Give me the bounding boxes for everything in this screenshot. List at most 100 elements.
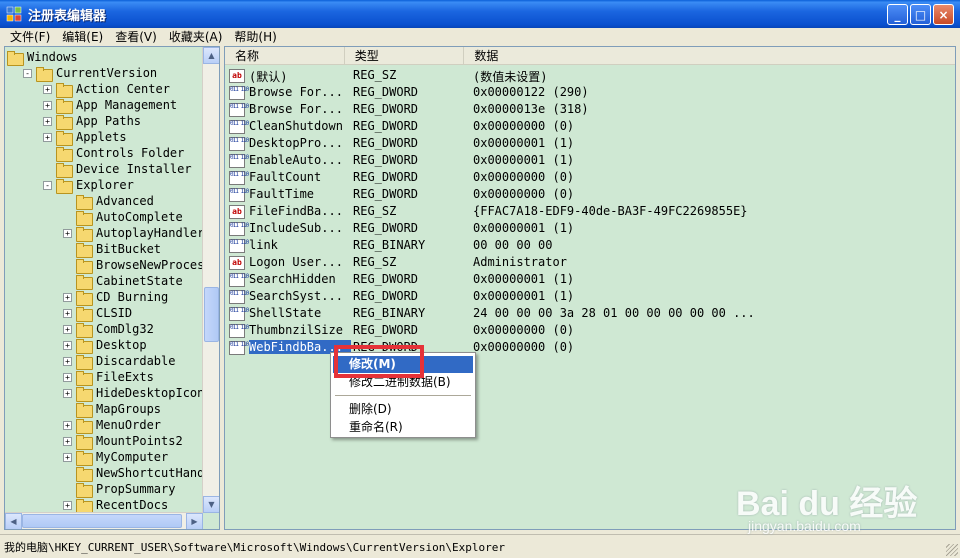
menu-view[interactable]: 查看(V) — [109, 28, 163, 46]
value-row[interactable]: 011 110 SearchHidden REG_DWORD 0x00000001 (… — [229, 271, 949, 288]
registry-values-pane[interactable]: 名称 类型 数据 ab (默认) REG_SZ (数值未设置) 011 110 Brows… — [224, 46, 956, 530]
value-row[interactable]: 011 110 link REG_BINARY 00 00 00 00 — [229, 237, 949, 254]
tree-node[interactable]: + HideDesktopIcons — [63, 385, 203, 402]
tree-node[interactable]: + RecentDocs — [63, 497, 168, 513]
tree-node[interactable]: PropSummary — [63, 481, 175, 498]
collapse-icon[interactable]: - — [23, 68, 32, 78]
scroll-up-button[interactable]: ▲ — [203, 47, 219, 64]
value-row[interactable]: 011 110 ShellState REG_BINARY 24 00 00 00 3… — [229, 305, 949, 322]
value-row[interactable]: 011 110 DesktopPro... REG_DWORD 0x00000001 … — [229, 135, 949, 152]
title-bar[interactable]: 注册表编辑器 _ □ × — [0, 0, 960, 28]
tree-node[interactable]: NewShortcutHandlers — [63, 465, 203, 482]
column-data-header[interactable]: 数据 — [464, 47, 955, 65]
context-modify-binary-item[interactable]: 修改二进制数据(B) — [333, 374, 473, 391]
tree-node[interactable]: + Desktop — [63, 337, 147, 354]
menu-file[interactable]: 文件(F) — [4, 28, 56, 46]
column-type-header[interactable]: 类型 — [345, 47, 465, 65]
expand-icon[interactable]: + — [43, 132, 52, 142]
folder-icon — [56, 114, 73, 130]
collapse-icon[interactable]: - — [43, 180, 52, 190]
close-button[interactable]: × — [933, 4, 954, 25]
scroll-thumb[interactable] — [204, 287, 219, 342]
tree-node[interactable]: Windows — [7, 49, 78, 66]
hscroll-thumb[interactable] — [22, 514, 182, 528]
tree-node-label: AutoplayHandlers — [96, 226, 203, 240]
value-row[interactable]: 011 110 Browse For... REG_DWORD 0x0000013e … — [229, 101, 949, 118]
tree-node[interactable]: + Applets — [43, 129, 127, 146]
expand-icon[interactable]: + — [63, 436, 72, 446]
scroll-down-button[interactable]: ▼ — [203, 496, 219, 513]
expand-icon[interactable]: + — [43, 116, 52, 126]
tree-node[interactable]: + AutoplayHandlers — [63, 225, 203, 242]
scroll-right-button[interactable]: ▶ — [186, 513, 203, 529]
value-row[interactable]: 011 110 FaultCount REG_DWORD 0x00000000 (0) — [229, 169, 949, 186]
tree-node[interactable]: BrowseNewProcess — [63, 257, 203, 274]
tree-node[interactable]: Device Installer — [43, 161, 192, 178]
tree-node[interactable]: - CurrentVersion — [23, 65, 157, 82]
tree-horizontal-scrollbar[interactable]: ◀ ▶ — [5, 512, 203, 529]
tree-node[interactable]: + CD Burning — [63, 289, 168, 306]
expand-icon[interactable]: + — [63, 420, 72, 430]
expand-icon[interactable]: + — [63, 372, 72, 382]
context-modify-item[interactable]: 修改(M) — [333, 356, 473, 373]
scroll-left-button[interactable]: ◀ — [5, 513, 22, 529]
tree-node[interactable]: + App Paths — [43, 113, 141, 130]
tree-node[interactable]: Advanced — [63, 193, 154, 210]
registry-tree-pane[interactable]: Windows - CurrentVersion + Action Center + App… — [4, 46, 220, 530]
value-row[interactable]: 011 110 EnableAuto... REG_DWORD 0x00000001 … — [229, 152, 949, 169]
value-type: REG_SZ — [353, 68, 397, 82]
tree-node[interactable]: + Action Center — [43, 81, 170, 98]
value-row[interactable]: 011 110 SearchSyst... REG_DWORD 0x00000001 … — [229, 288, 949, 305]
expand-icon[interactable]: + — [63, 340, 72, 350]
expand-icon[interactable]: + — [63, 356, 72, 366]
expand-icon[interactable]: + — [63, 388, 72, 398]
column-name-header[interactable]: 名称 — [225, 47, 345, 65]
value-row[interactable]: ab FileFindBa... REG_SZ {FFAC7A18-EDF9-40de… — [229, 203, 949, 220]
value-row[interactable]: 011 110 ThumbnzilSize REG_DWORD 0x00000000 … — [229, 322, 949, 339]
maximize-button[interactable]: □ — [910, 4, 931, 25]
value-row[interactable]: 011 110 Browse For... REG_DWORD 0x00000122 … — [229, 84, 949, 101]
value-row[interactable]: ab (默认) REG_SZ (数值未设置) — [229, 67, 949, 84]
expand-icon[interactable]: + — [63, 500, 72, 510]
context-rename-item[interactable]: 重命名(R) — [333, 419, 473, 436]
folder-icon — [76, 482, 93, 498]
menu-edit[interactable]: 编辑(E) — [56, 28, 109, 46]
tree-node[interactable]: + CLSID — [63, 305, 133, 322]
expand-icon[interactable]: + — [63, 228, 72, 238]
context-delete-item[interactable]: 删除(D) — [333, 401, 473, 418]
binary-value-icon: 011 110 — [229, 323, 249, 338]
menu-favorites[interactable]: 收藏夹(A) — [163, 28, 229, 46]
expand-icon[interactable]: + — [43, 84, 52, 94]
tree-node[interactable]: CabinetState — [63, 273, 183, 290]
tree-node[interactable]: + MyComputer — [63, 449, 168, 466]
expand-icon[interactable]: + — [63, 292, 72, 302]
value-row[interactable]: ab Logon User... REG_SZ Administrator — [229, 254, 949, 271]
tree-node[interactable]: + MountPoints2 — [63, 433, 183, 450]
list-header: 名称 类型 数据 — [225, 47, 955, 65]
folder-icon — [76, 226, 93, 242]
value-type: REG_DWORD — [353, 272, 419, 286]
tree-node[interactable]: + FileExts — [63, 369, 154, 386]
value-row[interactable]: 011 110 FaultTime REG_DWORD 0x00000000 (0) — [229, 186, 949, 203]
tree-node[interactable]: + MenuOrder — [63, 417, 161, 434]
tree-node[interactable]: MapGroups — [63, 401, 161, 418]
tree-node[interactable]: - Explorer — [43, 177, 134, 194]
value-data: 00 00 00 00 — [473, 238, 553, 252]
tree-vertical-scrollbar[interactable]: ▲ ▼ — [202, 47, 219, 513]
expand-icon[interactable]: + — [63, 452, 72, 462]
minimize-button[interactable]: _ — [887, 4, 908, 25]
expand-icon[interactable]: + — [63, 308, 72, 318]
tree-node[interactable]: + App Management — [43, 97, 177, 114]
value-row[interactable]: 011 110 CleanShutdown REG_DWORD 0x00000000 … — [229, 118, 949, 135]
tree-node[interactable]: AutoComplete — [63, 209, 183, 226]
menu-help[interactable]: 帮助(H) — [228, 28, 282, 46]
tree-node[interactable]: BitBucket — [63, 241, 161, 258]
tree-node[interactable]: Controls Folder — [43, 145, 184, 162]
resize-grip[interactable] — [946, 544, 958, 556]
value-row[interactable]: 011 110 IncludeSub... REG_DWORD 0x00000001 … — [229, 220, 949, 237]
tree-node-label: CLSID — [96, 306, 133, 320]
expand-icon[interactable]: + — [43, 100, 52, 110]
tree-node[interactable]: + Discardable — [63, 353, 175, 370]
expand-icon[interactable]: + — [63, 324, 72, 334]
tree-node[interactable]: + ComDlg32 — [63, 321, 154, 338]
